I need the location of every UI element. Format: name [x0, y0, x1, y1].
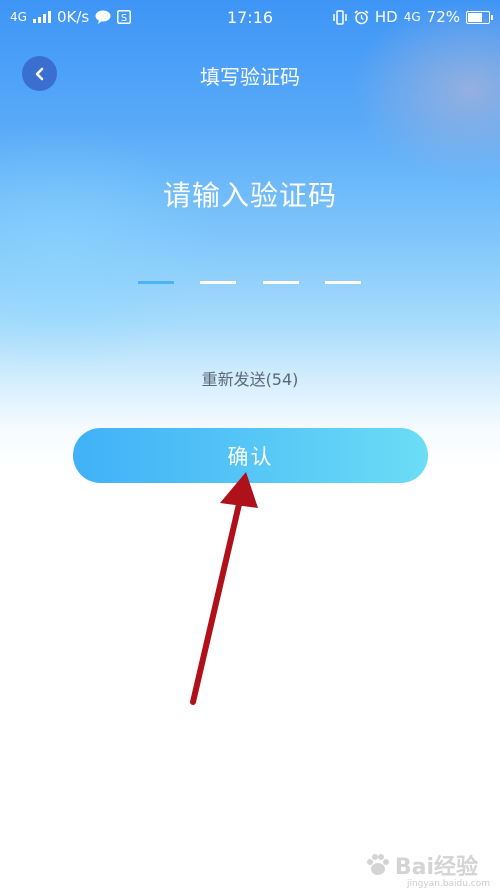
code-prompt: 请输入验证码: [162, 179, 337, 212]
network-type-right: 4G: [403, 10, 421, 24]
code-slot-1[interactable]: [138, 281, 174, 284]
watermark-sub: jingyan.baidu.com: [406, 879, 490, 889]
watermark-text: Bai经验: [394, 855, 478, 880]
alarm-icon: [354, 9, 369, 24]
page-title: 填写验证码: [200, 65, 300, 89]
confirm-button[interactable]: 确认: [73, 428, 428, 483]
status-right: HD 4G 72%: [332, 8, 493, 26]
battery-icon: [466, 10, 493, 24]
code-slot-2[interactable]: [200, 281, 236, 284]
battery-percent: 72%: [426, 8, 460, 26]
resend-link[interactable]: 重新发送(54): [0, 366, 500, 390]
vibrate-icon: [333, 9, 347, 25]
status-bar: 4G 0K/s S 17:16 HD 4G 72%: [0, 0, 500, 36]
baidu-watermark: Bai经验: [365, 849, 478, 881]
code-slot-3[interactable]: [263, 281, 299, 284]
hd-label: HD: [374, 8, 398, 26]
code-slot-4[interactable]: [325, 281, 361, 284]
paw-icon: [366, 854, 389, 875]
